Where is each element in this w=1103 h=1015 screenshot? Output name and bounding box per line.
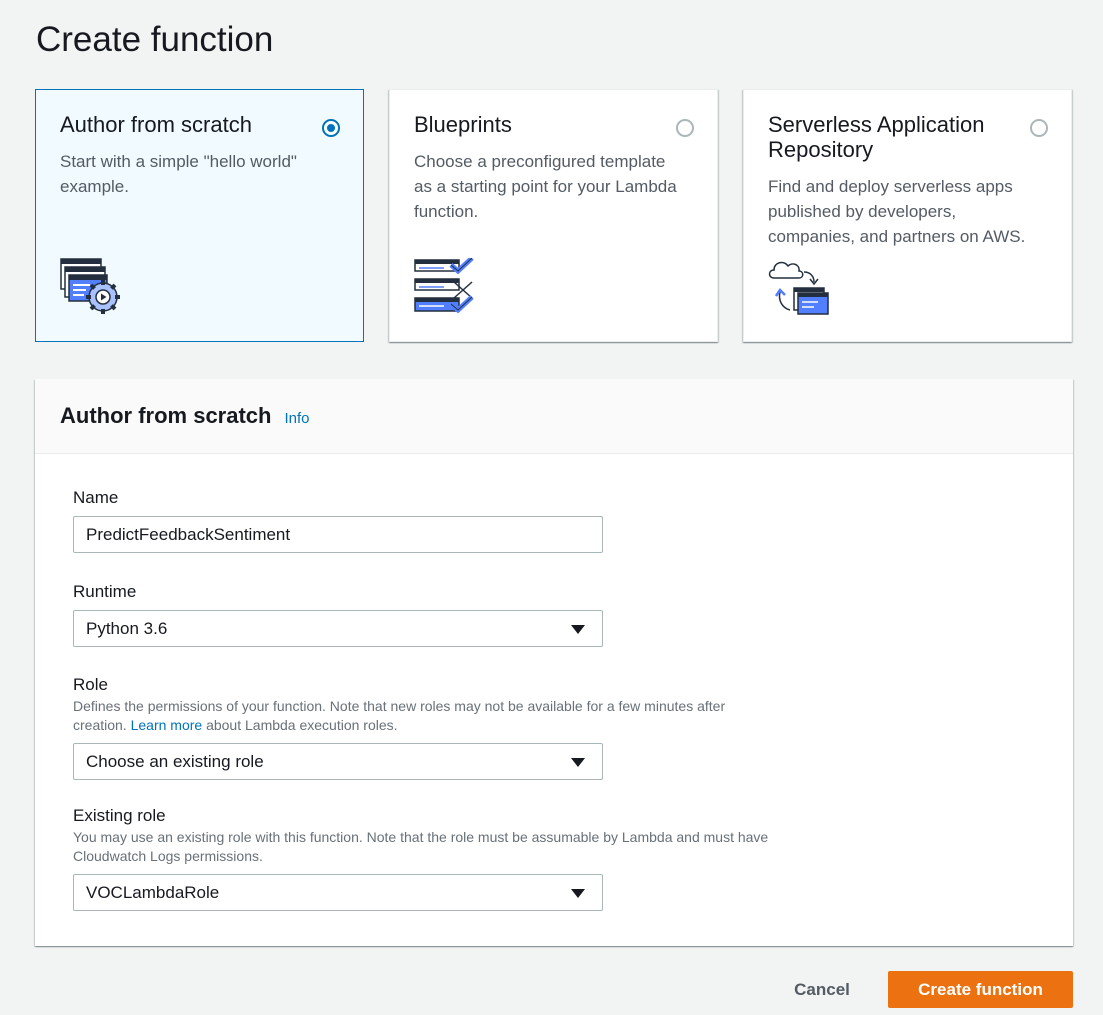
role-description: Defines the permissions of your function… [73,697,773,735]
learn-more-link[interactable]: Learn more [131,717,203,733]
option-card-description: Choose a preconfigured template as a sta… [414,152,677,221]
caret-down-icon [571,889,585,898]
option-card-title: Serverless Application Repository [768,112,985,162]
existing-role-field: Existing role You may use an existing ro… [73,806,773,911]
existing-role-label: Existing role [73,806,166,825]
option-card-title: Blueprints [414,112,512,137]
page-title: Create function [36,20,274,59]
runtime-select[interactable]: Python 3.6 [73,610,603,647]
existing-role-select-value: VOCLambdaRole [86,882,220,902]
option-card-description: Find and deploy serverless apps publishe… [768,177,1026,246]
runtime-label: Runtime [73,582,137,601]
radio-blueprints[interactable] [676,119,694,137]
role-description-text-end: about Lambda execution roles. [202,717,398,733]
radio-author-from-scratch[interactable] [322,119,340,137]
option-card-serverless-application-repository[interactable]: Serverless Application Repository Find a… [743,89,1072,342]
caret-down-icon [571,758,585,767]
option-card-title: Author from scratch [60,112,252,137]
caret-down-icon [571,625,585,634]
checklist-icon [414,256,476,321]
create-function-button[interactable]: Create function [888,971,1073,1008]
role-field: Role Defines the permissions of your fun… [73,675,773,780]
cancel-button[interactable]: Cancel [780,971,864,1008]
code-gear-icon [60,258,122,321]
role-label: Role [73,675,108,694]
runtime-field: Runtime Python 3.6 [73,582,773,647]
option-card-description: Start with a simple "hello world" exampl… [60,152,297,196]
runtime-select-value: Python 3.6 [86,618,168,638]
name-label: Name [73,488,119,507]
role-select[interactable]: Choose an existing role [73,743,603,780]
panel-title: Author from scratch [60,403,272,428]
author-from-scratch-panel: Author from scratch Info Name Runtime Py… [35,379,1073,946]
existing-role-select[interactable]: VOCLambdaRole [73,874,603,911]
cloud-deploy-icon [768,258,830,321]
radio-serverless-application-repository[interactable] [1030,119,1048,137]
name-field: Name [73,488,773,553]
existing-role-description: You may use an existing role with this f… [73,829,769,864]
create-function-page: Create function Author from scratch Star… [0,0,1103,1015]
role-select-value: Choose an existing role [86,751,264,771]
info-link[interactable]: Info [284,410,309,427]
name-input[interactable] [73,516,603,553]
option-card-blueprints[interactable]: Blueprints Choose a preconfigured templa… [389,89,718,342]
panel-header: Author from scratch Info [35,379,1073,454]
option-card-author-from-scratch[interactable]: Author from scratch Start with a simple … [35,89,364,342]
